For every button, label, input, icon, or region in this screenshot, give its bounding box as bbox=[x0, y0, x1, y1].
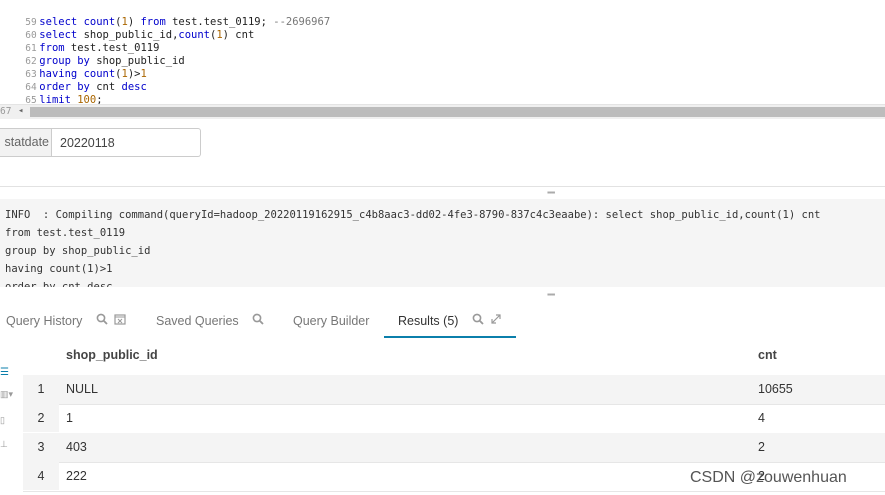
active-tab-indicator bbox=[384, 336, 516, 338]
cell-cnt: 2 bbox=[758, 440, 765, 454]
execution-log: INFO : Compiling command(queryId=hadoop_… bbox=[0, 199, 885, 287]
search-icon[interactable] bbox=[96, 306, 108, 336]
editor-line: 59 select count(1) from test.test_0119; -… bbox=[25, 16, 331, 28]
cell-shop-public-id: 403 bbox=[66, 440, 87, 454]
scrollbar-thumb[interactable] bbox=[30, 107, 885, 117]
column-toggle-icon[interactable]: ▯ bbox=[0, 415, 5, 426]
download-icon[interactable]: ⊥ bbox=[0, 439, 8, 450]
log-line: INFO : Compiling command(queryId=hadoop_… bbox=[5, 209, 821, 221]
log-line: having count(1)>1 bbox=[5, 263, 113, 275]
editor-line: 61 from test.test_0119 bbox=[25, 42, 160, 54]
resize-handle-icon[interactable]: ▪▪▪▪ bbox=[547, 188, 555, 197]
cell-shop-public-id: NULL bbox=[66, 382, 98, 396]
statdate-input[interactable] bbox=[54, 129, 198, 156]
row-index: 2 bbox=[23, 404, 59, 432]
cell-shop-public-id: 222 bbox=[66, 469, 87, 483]
table-row[interactable]: 2 1 4 bbox=[23, 404, 885, 434]
row-index: 4 bbox=[23, 462, 59, 490]
search-icon[interactable] bbox=[252, 306, 264, 336]
results-tabs: Query History Saved Queries Query Builde… bbox=[0, 306, 885, 340]
cell-cnt: 10655 bbox=[758, 382, 793, 396]
cell-shop-public-id: 1 bbox=[66, 411, 73, 425]
log-line: from test.test_0119 bbox=[5, 227, 126, 239]
editor-horizontal-scrollbar[interactable]: 67 ◂ bbox=[0, 104, 885, 119]
watermark: CSDN @zouwenhuan bbox=[690, 469, 847, 486]
scroll-left-icon[interactable]: ◂ bbox=[18, 106, 23, 116]
divider bbox=[0, 186, 885, 187]
log-line: order by cnt desc bbox=[5, 281, 113, 287]
chart-view-icon[interactable]: ▥▾ bbox=[0, 389, 13, 400]
tab-query-history[interactable]: Query History bbox=[6, 306, 126, 336]
table-row[interactable]: 3 403 2 bbox=[23, 433, 885, 463]
resize-handle-icon[interactable]: ▪▪▪▪ bbox=[547, 290, 555, 299]
row-index: 3 bbox=[23, 433, 59, 461]
column-header-shop-public-id[interactable]: shop_public_id bbox=[66, 340, 158, 375]
cell-cnt: 4 bbox=[758, 411, 765, 425]
editor-line: 60 select shop_public_id,count(1) cnt bbox=[25, 29, 255, 41]
grid-view-icon[interactable]: ☰ bbox=[0, 367, 9, 378]
editor-line: 64 order by cnt desc bbox=[25, 81, 147, 93]
search-icon[interactable] bbox=[472, 306, 484, 336]
editor-line: 62 group by shop_public_id bbox=[25, 55, 185, 67]
editor-line: 63 having count(1)>1 bbox=[25, 68, 147, 80]
sql-editor[interactable]: 59 select count(1) from test.test_0119; -… bbox=[0, 0, 885, 119]
column-header-cnt[interactable]: cnt bbox=[758, 340, 777, 375]
table-row[interactable]: 1 NULL 10655 bbox=[23, 375, 885, 405]
log-line: group by shop_public_id bbox=[5, 245, 151, 257]
row-index: 1 bbox=[23, 375, 59, 403]
tab-saved-queries[interactable]: Saved Queries bbox=[156, 306, 264, 336]
expand-icon[interactable] bbox=[490, 306, 502, 336]
statdate-parameter: statdate bbox=[0, 128, 201, 157]
tab-results[interactable]: Results (5) bbox=[398, 306, 502, 336]
parameter-label: statdate bbox=[0, 129, 52, 156]
table-header: shop_public_id cnt bbox=[23, 340, 885, 376]
calendar-x-icon[interactable] bbox=[114, 306, 126, 336]
tab-query-builder[interactable]: Query Builder bbox=[293, 306, 369, 336]
editor-line: 65 limit 100; bbox=[25, 94, 103, 106]
